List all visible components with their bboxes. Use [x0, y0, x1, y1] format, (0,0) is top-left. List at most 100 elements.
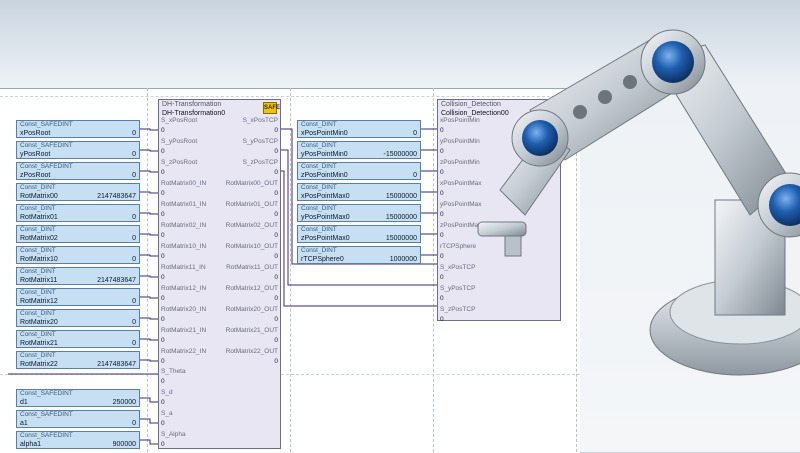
const-value: 250000	[112, 399, 136, 406]
const-type: Const_SAFEDINT	[20, 411, 73, 418]
const-name: d1	[20, 399, 28, 406]
block-instance: DH-Transformation0	[162, 110, 226, 117]
const-block[interactable]: Const_DINT xPosPointMax0 15000000	[297, 183, 421, 201]
const-block[interactable]: Const_SAFEDINT alpha1 900000	[16, 431, 140, 449]
const-type: Const_DINT	[301, 163, 337, 170]
const-block[interactable]: Const_DINT RotMatrix11 2147483647	[16, 267, 140, 285]
const-block[interactable]: Const_DINT RotMatrix01 0	[16, 204, 140, 222]
input-value: 0	[440, 295, 444, 302]
output-pin[interactable]: RotMatrix22_OUT	[226, 348, 278, 356]
const-type: Const_DINT	[20, 289, 56, 296]
input-pin[interactable]: S_Alpha	[161, 431, 186, 439]
const-block[interactable]: Const_DINT RotMatrix10 0	[16, 246, 140, 264]
const-block[interactable]: Const_DINT rTCPSphere0 1000000	[297, 246, 421, 264]
input-pin[interactable]: RotMatrix02_IN	[161, 222, 206, 230]
const-name: RotMatrix22	[20, 361, 58, 368]
const-value: 900000	[112, 441, 136, 448]
const-type: Const_DINT	[20, 226, 56, 233]
input-pin[interactable]: S_xPosRoot	[161, 117, 197, 125]
const-type: Const_DINT	[20, 352, 56, 359]
output-pin[interactable]: RotMatrix12_OUT	[226, 285, 278, 293]
const-type: Const_SAFEDINT	[20, 390, 73, 397]
const-name: zPosRoot	[20, 172, 51, 179]
input-value: 0	[161, 274, 165, 281]
const-block[interactable]: Const_DINT xPosPointMin0 0	[297, 120, 421, 138]
const-block[interactable]: Const_DINT RotMatrix02 0	[16, 225, 140, 243]
output-pin[interactable]: S_yPosTCP	[243, 138, 278, 146]
input-pin[interactable]: RotMatrix21_IN	[161, 327, 206, 335]
const-block[interactable]: Const_DINT zPosPointMin0 0	[297, 162, 421, 180]
const-block[interactable]: Const_DINT yPosPointMin0 -15000000	[297, 141, 421, 159]
output-value: 0	[274, 211, 278, 218]
const-type: Const_DINT	[301, 226, 337, 233]
const-value: 15000000	[385, 214, 417, 221]
const-value: 0	[132, 340, 136, 347]
const-value: -15000000	[383, 151, 417, 158]
const-block[interactable]: Const_DINT RotMatrix21 0	[16, 330, 140, 348]
output-pin[interactable]: RotMatrix11_OUT	[226, 264, 278, 272]
input-pin[interactable]: RotMatrix12_IN	[161, 285, 206, 293]
const-block[interactable]: Const_DINT RotMatrix00 2147483647	[16, 183, 140, 201]
output-value: 0	[274, 337, 278, 344]
input-value: 0	[440, 169, 444, 176]
dh-transformation-block[interactable]: DH-Transformation DH-Transformation0 SAF…	[158, 99, 281, 449]
output-value: 0	[274, 295, 278, 302]
const-block[interactable]: Const_DINT zPosPointMax0 15000000	[297, 225, 421, 243]
const-type: Const_SAFEDINT	[20, 142, 73, 149]
input-pin[interactable]: RotMatrix22_IN	[161, 348, 206, 356]
const-block[interactable]: Const_SAFEDINT yPosRoot 0	[16, 141, 140, 159]
output-value: 0	[274, 232, 278, 239]
output-value: 0	[274, 127, 278, 134]
const-name: RotMatrix12	[20, 298, 58, 305]
output-pin[interactable]: S_zPosTCP	[243, 159, 278, 167]
input-value: 0	[161, 399, 165, 406]
output-pin[interactable]: RotMatrix01_OUT	[226, 201, 278, 209]
const-name: zPosPointMin0	[301, 172, 348, 179]
input-value: 0	[440, 232, 444, 239]
input-value: 0	[161, 211, 165, 218]
const-block[interactable]: Const_DINT RotMatrix22 2147483647	[16, 351, 140, 369]
input-value: 0	[440, 316, 444, 323]
input-value: 0	[161, 378, 165, 385]
const-block[interactable]: Const_SAFEDINT a1 0	[16, 410, 140, 428]
const-name: RotMatrix10	[20, 256, 58, 263]
output-pin[interactable]: RotMatrix00_OUT	[226, 180, 278, 188]
input-pin[interactable]: S_zPosRoot	[161, 159, 197, 167]
const-block[interactable]: Const_SAFEDINT d1 250000	[16, 389, 140, 407]
const-value: 2147483647	[97, 193, 136, 200]
grid-line	[433, 88, 434, 452]
input-pin[interactable]: RotMatrix00_IN	[161, 180, 206, 188]
const-type: Const_DINT	[20, 310, 56, 317]
output-pin[interactable]: RotMatrix21_OUT	[226, 327, 278, 335]
output-value: 0	[274, 358, 278, 365]
block-type: DH-Transformation	[162, 101, 222, 108]
const-value: 15000000	[385, 193, 417, 200]
input-pin[interactable]: RotMatrix20_IN	[161, 306, 206, 314]
input-pin[interactable]: RotMatrix11_IN	[161, 264, 206, 272]
const-type: Const_SAFEDINT	[20, 163, 73, 170]
const-name: xPosPointMax0	[301, 193, 350, 200]
input-value: 0	[161, 169, 165, 176]
const-name: RotMatrix02	[20, 235, 58, 242]
input-pin[interactable]: RotMatrix10_IN	[161, 243, 206, 251]
const-name: alpha1	[20, 441, 42, 448]
input-pin[interactable]: S_a	[161, 410, 173, 418]
input-pin[interactable]: S_Theta	[161, 368, 186, 376]
output-pin[interactable]: S_xPosTCP	[243, 117, 278, 125]
const-name: yPosPointMax0	[301, 214, 350, 221]
const-block[interactable]: Const_DINT RotMatrix12 0	[16, 288, 140, 306]
input-pin[interactable]: RotMatrix01_IN	[161, 201, 206, 209]
const-block[interactable]: Const_SAFEDINT xPosRoot 0	[16, 120, 140, 138]
const-block[interactable]: Const_DINT yPosPointMax0 15000000	[297, 204, 421, 222]
output-pin[interactable]: RotMatrix20_OUT	[226, 306, 278, 314]
const-type: Const_DINT	[20, 205, 56, 212]
const-value: 0	[413, 130, 417, 137]
output-pin[interactable]: RotMatrix10_OUT	[226, 243, 278, 251]
input-pin[interactable]: S_yPosRoot	[161, 138, 197, 146]
const-block[interactable]: Const_DINT RotMatrix20 0	[16, 309, 140, 327]
output-pin[interactable]: RotMatrix02_OUT	[226, 222, 278, 230]
input-value: 0	[161, 316, 165, 323]
const-block[interactable]: Const_SAFEDINT zPosRoot 0	[16, 162, 140, 180]
input-pin[interactable]: S_d	[161, 389, 173, 397]
output-value: 0	[274, 274, 278, 281]
